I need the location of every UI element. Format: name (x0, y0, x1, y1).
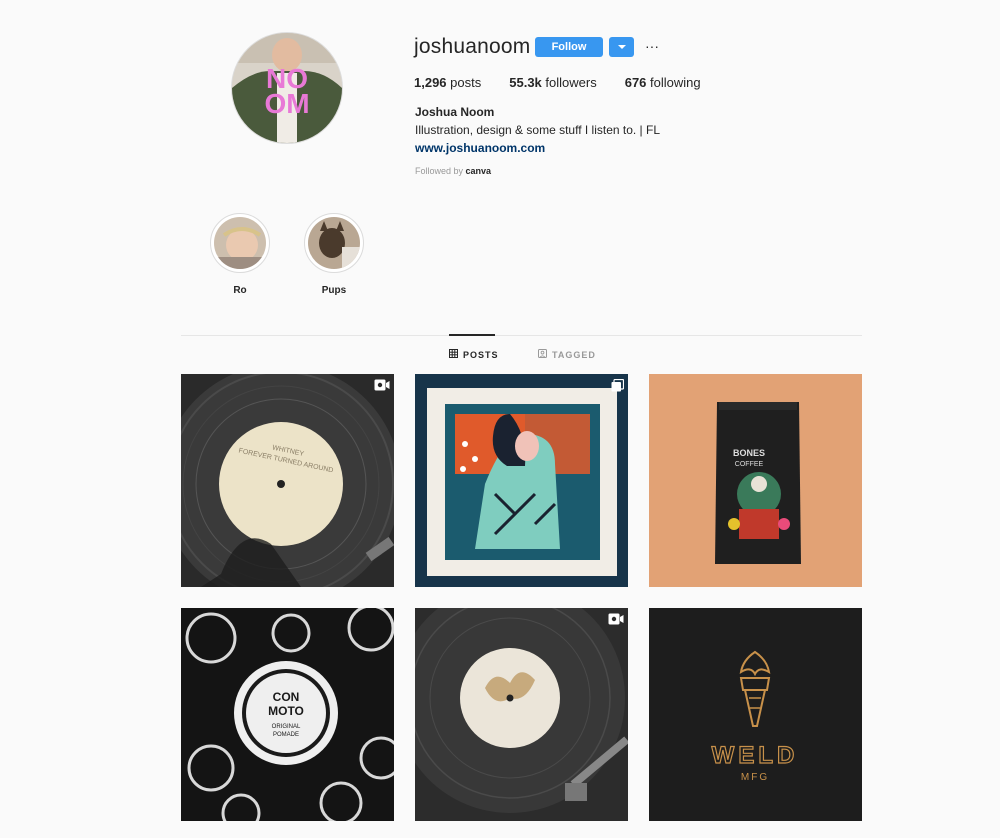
posts-count: 1,296 (414, 75, 447, 90)
tab-tagged[interactable]: TAGGED (538, 349, 596, 360)
post-bones-coffee[interactable]: BONES COFFEE (649, 374, 862, 587)
following-label: following (650, 75, 701, 90)
follow-button[interactable]: Follow (535, 37, 603, 57)
weld-label-line-2: MFG (741, 772, 769, 783)
avatar-text-bottom: OM (264, 88, 309, 119)
highlight-pups[interactable]: Pups (303, 213, 365, 296)
pomade-label-line-3: ORIGINAL (272, 724, 301, 730)
grid-icon (449, 349, 458, 360)
tabs-divider (181, 335, 862, 336)
highlight-cover-image (308, 217, 360, 269)
profile-full-name: Joshua Noom (415, 105, 495, 119)
highlight-cover-image (214, 217, 266, 269)
tag-icon (538, 349, 547, 360)
followers-label: followers (545, 75, 597, 90)
followed-by-user: canva (465, 166, 492, 176)
highlight-ring (304, 213, 364, 273)
tab-posts[interactable]: POSTS (449, 349, 499, 360)
post-record-whitney[interactable]: WHITNEY FOREVER TURNED AROUND (181, 374, 394, 587)
followers-stat[interactable]: 55.3k followers (509, 75, 596, 90)
following-count: 676 (624, 75, 647, 90)
followed-by[interactable]: Followed by canva (415, 166, 491, 176)
video-icon (608, 613, 624, 625)
followers-count: 55.3k (509, 75, 542, 90)
coffee-label-line-1: BONES (733, 448, 765, 458)
pomade-label-line-1: CON (273, 690, 300, 704)
avatar-image: NO OM (232, 33, 342, 143)
profile-username: joshuanoom (414, 35, 531, 58)
carousel-icon (611, 379, 624, 392)
video-icon (374, 379, 390, 391)
profile-avatar[interactable]: NO OM (231, 32, 343, 144)
weld-label-line-1: WELD (712, 742, 799, 769)
highlight-ro[interactable]: Ro (209, 213, 271, 296)
chevron-down-icon (618, 45, 626, 49)
pomade-label-line-2: MOTO (268, 704, 304, 718)
post-con-moto-pomade[interactable]: CON MOTO ORIGINAL POMADE (181, 608, 394, 821)
tab-posts-label: POSTS (463, 349, 499, 360)
post-bandana-illustration[interactable] (415, 374, 628, 587)
profile-bio: Illustration, design & some stuff I list… (415, 123, 661, 137)
post-record-bonobo[interactable] (415, 608, 628, 821)
pomade-label-line-4: POMADE (273, 732, 299, 738)
profile-stats: 1,296 posts 55.3k followers 676 followin… (414, 75, 729, 90)
following-stat[interactable]: 676 following (625, 75, 701, 90)
coffee-label-line-2: COFFEE (735, 461, 764, 468)
more-options-button[interactable]: ··· (645, 37, 661, 55)
followed-by-prefix: Followed by (415, 166, 464, 176)
post-weld-mfg[interactable]: WELD MFG (649, 608, 862, 821)
profile-website-link[interactable]: www.joshuanoom.com (415, 141, 545, 155)
suggestions-dropdown-button[interactable] (609, 37, 634, 57)
tab-tagged-label: TAGGED (552, 349, 596, 360)
highlight-label: Ro (233, 285, 247, 296)
highlight-label: Pups (321, 285, 347, 296)
active-tab-indicator (449, 334, 495, 336)
posts-label: posts (450, 75, 482, 90)
highlight-ring (210, 213, 270, 273)
posts-stat: 1,296 posts (414, 75, 481, 90)
